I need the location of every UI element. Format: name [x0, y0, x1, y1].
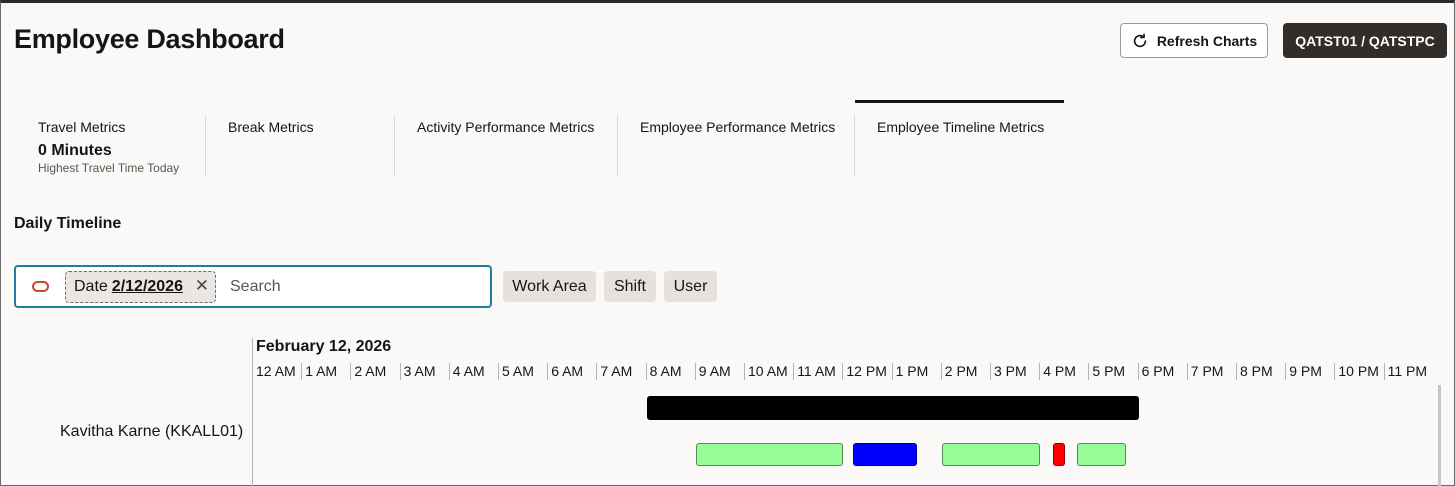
- tab-label: Employee Timeline Metrics: [877, 119, 1045, 135]
- timeline-tick-line: [1039, 363, 1041, 380]
- timeline-hour-label: 11 PM: [1387, 363, 1428, 379]
- timeline-hour-label: 1 AM: [305, 363, 338, 379]
- timeline-hour-label: 7 PM: [1190, 363, 1224, 379]
- timeline-tick-line: [498, 363, 499, 380]
- work-area-filter-button[interactable]: Work Area: [503, 271, 596, 302]
- timeline-tick-line: [1236, 363, 1237, 380]
- timeline-tick-line: [694, 363, 696, 380]
- timeline-hour-label: 5 PM: [1092, 363, 1126, 379]
- tab-label: Activity Performance Metrics: [417, 119, 595, 135]
- timeline-tick-line: [1285, 363, 1287, 380]
- activity-bar[interactable]: [1077, 443, 1127, 466]
- activity-bar[interactable]: [695, 443, 844, 466]
- timeline-hour-label: 2 AM: [354, 363, 387, 379]
- timeline-hour-label: 3 PM: [994, 363, 1027, 379]
- timeline-tick-line: [350, 363, 352, 380]
- tab-break-metrics[interactable]: Break Metrics: [205, 100, 394, 178]
- user-profile-button[interactable]: QATST01 / QATSTPC: [1283, 23, 1447, 58]
- timeline-tick-line: [744, 363, 745, 380]
- timeline-hour-label: 9 AM: [698, 363, 731, 379]
- timeline-tick-line: [1186, 363, 1188, 380]
- activity-bar[interactable]: [941, 443, 1041, 466]
- refresh-charts-label: Refresh Charts: [1156, 32, 1258, 49]
- timeline-tick-line: [1334, 363, 1336, 380]
- timeline-tick-line: [301, 363, 303, 380]
- section-title: Daily Timeline: [14, 215, 122, 232]
- shift-filter-button[interactable]: Shift: [604, 271, 656, 302]
- timeline-hour-label: 3 AM: [403, 363, 436, 379]
- tab-employee-performance-metrics[interactable]: Employee Performance Metrics: [617, 100, 854, 178]
- timeline-hour-label: 8 PM: [1240, 363, 1273, 379]
- search-input[interactable]: [230, 272, 480, 302]
- timeline-hour-label: 8 AM: [649, 363, 682, 379]
- close-icon[interactable]: ✕: [195, 276, 209, 296]
- timeline-tick-line: [448, 363, 450, 380]
- timeline-hour-label: 12 AM: [256, 363, 296, 379]
- activity-bar[interactable]: [1052, 443, 1065, 466]
- travel-metrics-subtitle: Highest Travel Time Today: [38, 161, 180, 175]
- timeline-tick-line: [399, 363, 401, 380]
- timeline-hour-label: 10 PM: [1338, 363, 1379, 379]
- filter-search-box[interactable]: Date 2/12/2026 ✕: [14, 265, 492, 308]
- timeline-hour-label: 9 PM: [1289, 363, 1322, 379]
- page-title: Employee Dashboard: [14, 24, 285, 54]
- chip-label: Date: [74, 278, 108, 295]
- timeline-tick-line: [940, 363, 942, 380]
- timeline-hour-label: 6 PM: [1141, 363, 1175, 379]
- chip-value: 2/12/2026: [111, 278, 183, 295]
- refresh-charts-button[interactable]: Refresh Charts: [1120, 23, 1268, 58]
- timeline-tick-line: [547, 363, 549, 380]
- tab-employee-timeline-metrics[interactable]: Employee Timeline Metrics: [855, 100, 1064, 178]
- timeline-tick-line: [1383, 363, 1385, 380]
- employee-name-label: Kavitha Karne (KKALL01): [60, 423, 244, 440]
- tab-label: Travel Metrics: [38, 119, 126, 135]
- timeline-tick-line: [793, 363, 795, 380]
- timeline-tick-line: [891, 363, 893, 380]
- timeline-date-label: February 12, 2026: [256, 338, 392, 355]
- timeline-hour-label: 10 AM: [748, 363, 788, 379]
- refresh-icon: [1133, 32, 1147, 47]
- timeline-hour-label: 2 PM: [944, 363, 978, 379]
- timeline-tick-line: [842, 363, 844, 380]
- user-filter-button[interactable]: User: [664, 271, 717, 302]
- timeline-axis-line: [252, 338, 253, 486]
- timeline-hour-label: 7 AM: [600, 363, 633, 379]
- timeline-hour-label: 4 AM: [452, 363, 485, 379]
- tab-activity-performance-metrics[interactable]: Activity Performance Metrics: [394, 100, 617, 178]
- timeline-hour-label: 4 PM: [1043, 363, 1076, 379]
- timeline-hour-label: 6 AM: [551, 363, 584, 379]
- activity-bar[interactable]: [853, 443, 918, 466]
- timeline-tick-line: [1088, 363, 1090, 380]
- timeline-tick-line: [990, 363, 991, 380]
- timeline-tick-line: [596, 363, 598, 380]
- date-filter-chip[interactable]: Date 2/12/2026 ✕: [65, 271, 216, 303]
- travel-metrics-value: 0 Minutes: [38, 142, 112, 159]
- filter-pill-icon: [32, 281, 49, 292]
- timeline-hour-label: 1 PM: [895, 363, 929, 379]
- shift-bar[interactable]: [646, 396, 1139, 420]
- timeline-hour-label: 11 AM: [797, 363, 836, 379]
- vertical-scrollbar[interactable]: [1438, 385, 1441, 486]
- timeline-tick-line: [645, 363, 647, 380]
- tab-label: Employee Performance Metrics: [640, 119, 836, 135]
- timeline-tick-line: [1137, 363, 1139, 380]
- timeline-hour-label: 12 PM: [846, 363, 887, 379]
- timeline-hour-label: 5 AM: [502, 363, 534, 379]
- tab-label: Break Metrics: [228, 119, 314, 135]
